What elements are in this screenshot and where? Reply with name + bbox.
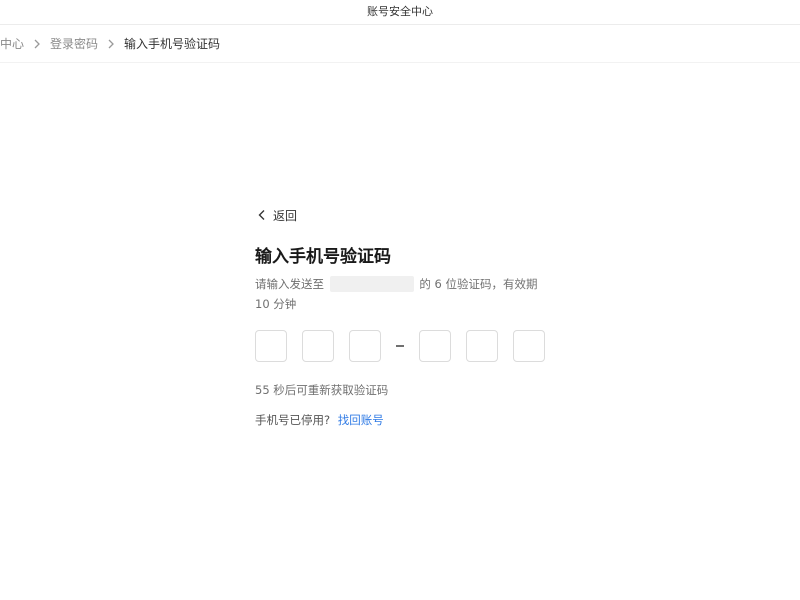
window-title: 账号安全中心 — [0, 0, 800, 25]
breadcrumb: 中心 登录密码 输入手机号验证码 — [0, 25, 800, 63]
code-digit-6[interactable] — [513, 330, 545, 362]
back-label: 返回 — [273, 208, 298, 223]
chevron-left-icon — [255, 208, 269, 222]
code-digit-3[interactable] — [349, 330, 381, 362]
resend-countdown: 55 秒后可重新获取验证码 — [255, 383, 389, 397]
recover-prompt: 手机号已停用? — [255, 413, 331, 427]
code-digit-4[interactable] — [419, 330, 451, 362]
description-prefix: 请输入发送至 — [255, 277, 324, 291]
code-separator — [396, 345, 404, 347]
chevron-right-icon — [24, 37, 50, 51]
code-digit-2[interactable] — [302, 330, 334, 362]
code-digit-1[interactable] — [255, 330, 287, 362]
masked-phone-number — [329, 276, 414, 292]
page-title: 输入手机号验证码 — [255, 247, 391, 267]
code-input-group — [255, 329, 555, 363]
recover-account-link[interactable]: 找回账号 — [338, 413, 384, 427]
back-button[interactable]: 返回 — [255, 205, 297, 225]
code-digit-5[interactable] — [466, 330, 498, 362]
breadcrumb-item-current: 输入手机号验证码 — [124, 37, 221, 51]
window-title-text: 账号安全中心 — [367, 5, 433, 18]
breadcrumb-item-login-password[interactable]: 登录密码 — [50, 35, 98, 52]
chevron-right-icon — [98, 37, 124, 51]
description: 请输入发送至 的 6 位验证码，有效期 10 分钟 — [255, 274, 547, 314]
breadcrumb-item-center[interactable]: 中心 — [0, 35, 24, 52]
recover-row: 手机号已停用? 找回账号 — [255, 411, 555, 429]
verification-panel: 返回 输入手机号验证码 请输入发送至 的 6 位验证码，有效期 10 分钟 55… — [255, 205, 555, 429]
